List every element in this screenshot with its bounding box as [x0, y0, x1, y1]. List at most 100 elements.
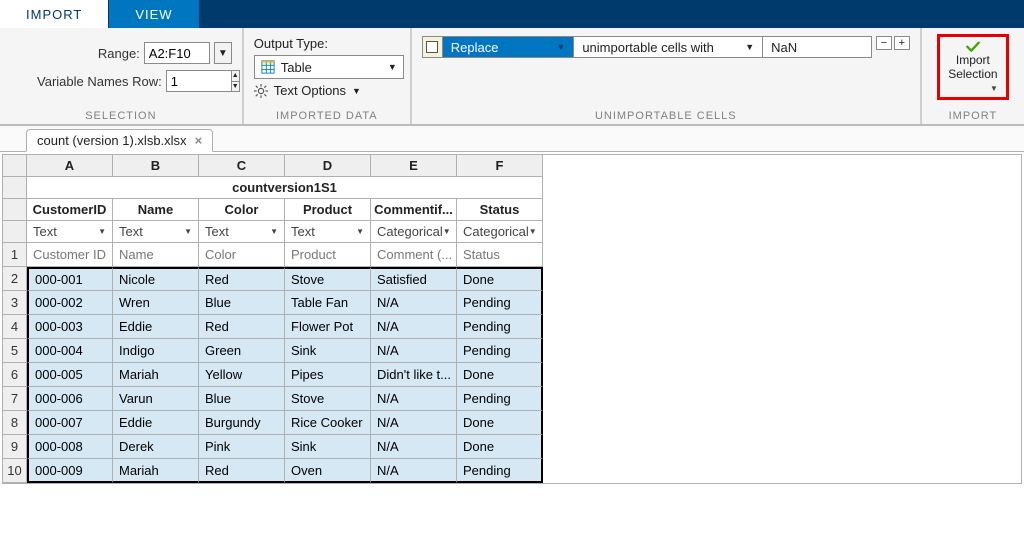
- cell[interactable]: Nicole: [113, 267, 199, 291]
- cell[interactable]: Pending: [457, 291, 543, 315]
- var-name[interactable]: Color: [199, 199, 285, 221]
- cell[interactable]: 000-005: [27, 363, 113, 387]
- cell[interactable]: Pipes: [285, 363, 371, 387]
- cell[interactable]: Eddie: [113, 315, 199, 339]
- row-header[interactable]: 2: [3, 267, 27, 291]
- cell[interactable]: Green: [199, 339, 285, 363]
- cell[interactable]: 000-002: [27, 291, 113, 315]
- remove-rule-button[interactable]: −: [876, 36, 892, 50]
- cell[interactable]: Varun: [113, 387, 199, 411]
- cell[interactable]: Red: [199, 267, 285, 291]
- col-header[interactable]: F: [457, 155, 543, 177]
- row-header[interactable]: 5: [3, 339, 27, 363]
- cell[interactable]: N/A: [371, 411, 457, 435]
- text-options-button[interactable]: Text Options ▼: [254, 83, 400, 98]
- cell[interactable]: Mariah: [113, 459, 199, 483]
- cell[interactable]: Eddie: [113, 411, 199, 435]
- tab-import[interactable]: IMPORT: [0, 0, 109, 28]
- cell[interactable]: Indigo: [113, 339, 199, 363]
- var-name[interactable]: Name: [113, 199, 199, 221]
- cell[interactable]: Status: [457, 243, 543, 267]
- row-header[interactable]: 9: [3, 435, 27, 459]
- cell[interactable]: Pending: [457, 459, 543, 483]
- col-header[interactable]: E: [371, 155, 457, 177]
- cell[interactable]: Satisfied: [371, 267, 457, 291]
- range-input[interactable]: [144, 42, 210, 64]
- cell[interactable]: Color: [199, 243, 285, 267]
- rule-action-select[interactable]: Replace ▼: [443, 37, 575, 57]
- type-select[interactable]: Text▼: [199, 221, 285, 243]
- cell[interactable]: Sink: [285, 339, 371, 363]
- cell[interactable]: Stove: [285, 387, 371, 411]
- var-name[interactable]: Status: [457, 199, 543, 221]
- cell[interactable]: Red: [199, 459, 285, 483]
- cell[interactable]: Rice Cooker: [285, 411, 371, 435]
- cell[interactable]: 000-004: [27, 339, 113, 363]
- type-select[interactable]: Categorical▼: [457, 221, 543, 243]
- cell[interactable]: Pending: [457, 339, 543, 363]
- file-tab[interactable]: count (version 1).xlsb.xlsx ×: [26, 129, 213, 152]
- type-select[interactable]: Text▼: [285, 221, 371, 243]
- var-name[interactable]: Product: [285, 199, 371, 221]
- cell[interactable]: Wren: [113, 291, 199, 315]
- cell[interactable]: Name: [113, 243, 199, 267]
- cell[interactable]: N/A: [371, 291, 457, 315]
- cell[interactable]: Done: [457, 267, 543, 291]
- cell[interactable]: Oven: [285, 459, 371, 483]
- cell[interactable]: Blue: [199, 387, 285, 411]
- cell[interactable]: N/A: [371, 387, 457, 411]
- cell[interactable]: Table Fan: [285, 291, 371, 315]
- cell[interactable]: Didn't like t...: [371, 363, 457, 387]
- rule-value-input[interactable]: NaN: [763, 37, 871, 57]
- cell[interactable]: Sink: [285, 435, 371, 459]
- cell[interactable]: N/A: [371, 339, 457, 363]
- import-selection-button[interactable]: Import Selection ▼: [937, 34, 1009, 100]
- row-header[interactable]: 6: [3, 363, 27, 387]
- cell[interactable]: Yellow: [199, 363, 285, 387]
- add-rule-button[interactable]: +: [894, 36, 910, 50]
- rule-text-select[interactable]: unimportable cells with ▼: [574, 37, 763, 57]
- cell[interactable]: Derek: [113, 435, 199, 459]
- row-header[interactable]: 8: [3, 411, 27, 435]
- cell[interactable]: Comment (...: [371, 243, 457, 267]
- cell[interactable]: 000-008: [27, 435, 113, 459]
- cell[interactable]: 000-003: [27, 315, 113, 339]
- cell[interactable]: N/A: [371, 435, 457, 459]
- range-dropdown[interactable]: ▼: [214, 42, 232, 64]
- var-name[interactable]: Commentif...: [371, 199, 457, 221]
- tab-view[interactable]: VIEW: [109, 0, 199, 28]
- cell[interactable]: Done: [457, 435, 543, 459]
- col-header[interactable]: D: [285, 155, 371, 177]
- col-header[interactable]: B: [113, 155, 199, 177]
- table-name[interactable]: countversion1S1: [27, 177, 543, 199]
- type-select[interactable]: Categorical▼: [371, 221, 457, 243]
- cell[interactable]: Done: [457, 363, 543, 387]
- output-type-select[interactable]: Table ▼: [254, 55, 404, 79]
- varnames-input[interactable]: [166, 70, 232, 92]
- row-header[interactable]: 10: [3, 459, 27, 483]
- varnames-spinner[interactable]: ▲ ▼: [166, 70, 232, 92]
- cell[interactable]: Mariah: [113, 363, 199, 387]
- cell[interactable]: N/A: [371, 459, 457, 483]
- cell[interactable]: Flower Pot: [285, 315, 371, 339]
- cell[interactable]: N/A: [371, 315, 457, 339]
- cell[interactable]: Red: [199, 315, 285, 339]
- row-header[interactable]: 7: [3, 387, 27, 411]
- row-header[interactable]: 4: [3, 315, 27, 339]
- close-icon[interactable]: ×: [195, 133, 203, 148]
- row-header[interactable]: 3: [3, 291, 27, 315]
- cell[interactable]: Pink: [199, 435, 285, 459]
- type-select[interactable]: Text▼: [27, 221, 113, 243]
- col-header[interactable]: C: [199, 155, 285, 177]
- cell[interactable]: Customer ID: [27, 243, 113, 267]
- cell[interactable]: 000-009: [27, 459, 113, 483]
- cell[interactable]: Done: [457, 411, 543, 435]
- cell[interactable]: Stove: [285, 267, 371, 291]
- rule-checkbox[interactable]: [423, 37, 443, 57]
- row-header[interactable]: 1: [3, 243, 27, 267]
- cell[interactable]: 000-007: [27, 411, 113, 435]
- col-header[interactable]: A: [27, 155, 113, 177]
- cell[interactable]: 000-006: [27, 387, 113, 411]
- cell[interactable]: Burgundy: [199, 411, 285, 435]
- cell[interactable]: Product: [285, 243, 371, 267]
